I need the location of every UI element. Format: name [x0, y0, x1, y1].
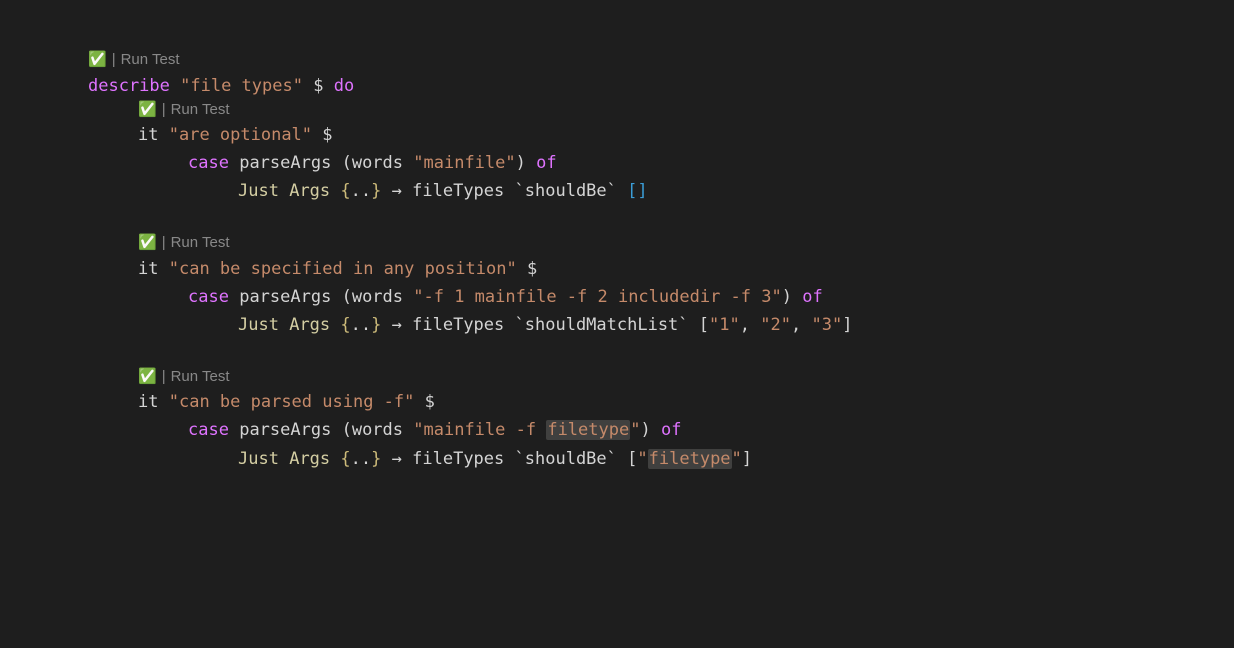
check-icon: ✅ — [138, 369, 157, 384]
code-line: Just Args {..} → fileTypes `shouldBe` ["… — [238, 445, 1234, 473]
string-literal: "-f 1 mainfile -f 2 includedir -f 3" — [413, 287, 781, 307]
check-icon: ✅ — [138, 235, 157, 250]
code-line: case parseArgs (words "mainfile -f filet… — [188, 416, 1234, 444]
blank-line — [88, 339, 1234, 367]
codelens-separator: | — [162, 233, 166, 253]
string-literal: "mainfile" — [413, 153, 515, 173]
string-literal: "file types" — [180, 76, 303, 96]
fn-it: it — [138, 125, 158, 145]
string-literal: "are optional" — [169, 125, 312, 145]
code-line: case parseArgs (words "mainfile") of — [188, 149, 1234, 177]
code-line: Just Args {..} → fileTypes `shouldMatchL… — [238, 311, 1234, 339]
code-line: it "are optional" $ — [138, 121, 1234, 149]
codelens-separator: | — [162, 367, 166, 387]
arrow-icon: → — [392, 181, 402, 201]
fn-fileTypes: fileTypes — [412, 181, 504, 201]
kw-case: case — [188, 153, 229, 173]
code-line: Just Args {..} → fileTypes `shouldBe` [] — [238, 177, 1234, 205]
ctor-just: Just — [238, 181, 279, 201]
fn-shouldMatchList: shouldMatchList — [525, 315, 679, 335]
code-line: case parseArgs (words "-f 1 mainfile -f … — [188, 283, 1234, 311]
kw-describe: describe — [88, 76, 170, 96]
bracket-close: ] — [637, 181, 647, 201]
codelens-test-1: ✅ | Run Test — [138, 100, 1234, 122]
codelens-separator: | — [112, 50, 116, 70]
run-test-link[interactable]: Run Test — [171, 233, 230, 253]
string-literal: "can be parsed using -f" — [169, 392, 415, 412]
codelens-describe: ✅ | Run Test — [88, 50, 1234, 72]
kw-of: of — [536, 153, 556, 173]
code-line: it "can be parsed using -f" $ — [138, 388, 1234, 416]
codelens-test-2: ✅ | Run Test — [138, 233, 1234, 255]
code-line-describe: describe "file types" $ do — [88, 72, 1234, 100]
bracket-open: [ — [627, 181, 637, 201]
highlighted-text: filetype — [546, 420, 630, 440]
codelens-separator: | — [162, 100, 166, 120]
ctor-args: Args — [289, 181, 330, 201]
blank-line — [88, 205, 1234, 233]
check-icon: ✅ — [138, 102, 157, 117]
run-test-link[interactable]: Run Test — [171, 100, 230, 120]
fn-parseArgs: parseArgs — [239, 153, 331, 173]
string-literal: "can be specified in any position" — [169, 259, 517, 279]
fn-shouldBe: shouldBe — [525, 181, 607, 201]
fn-words: words — [352, 153, 403, 173]
check-icon: ✅ — [88, 52, 107, 67]
highlighted-text: filetype — [648, 449, 732, 469]
code-line: it "can be specified in any position" $ — [138, 255, 1234, 283]
codelens-test-3: ✅ | Run Test — [138, 367, 1234, 389]
op-dollar: $ — [313, 76, 323, 96]
run-test-link[interactable]: Run Test — [171, 367, 230, 387]
kw-do: do — [334, 76, 354, 96]
run-test-link[interactable]: Run Test — [121, 50, 180, 70]
